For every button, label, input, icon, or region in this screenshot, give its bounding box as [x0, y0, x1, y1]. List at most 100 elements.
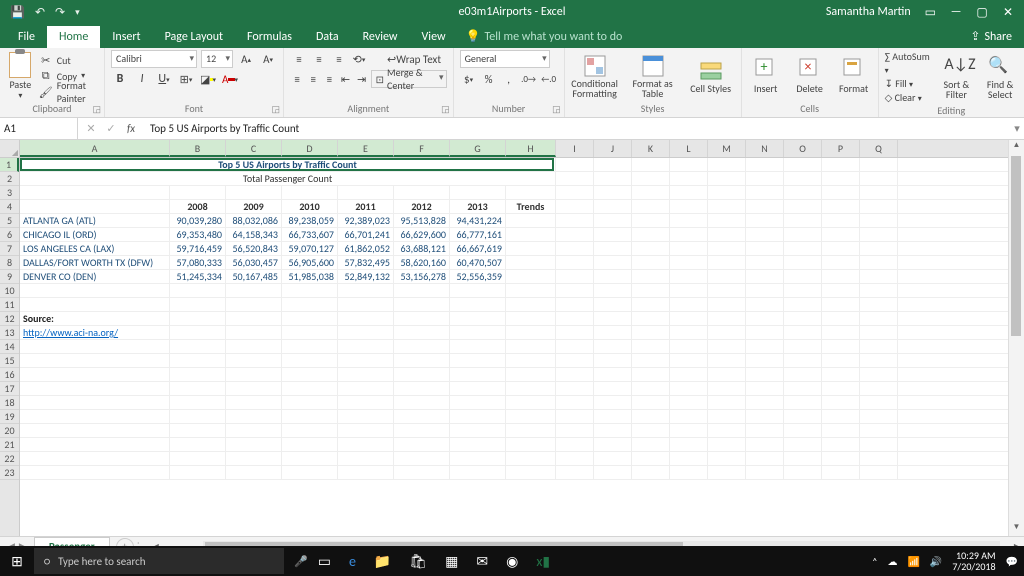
font-name-combo[interactable]: Calibri [111, 50, 197, 68]
format-cells-button[interactable]: Format [836, 57, 872, 95]
tab-pagelayout[interactable]: Page Layout [153, 26, 235, 48]
row-header-15[interactable]: 15 [0, 354, 19, 368]
tab-file[interactable]: File [6, 26, 47, 48]
comma-button[interactable]: , [500, 70, 518, 88]
dialog-launcher-icon[interactable]: ◲ [441, 104, 450, 115]
accounting-button[interactable]: $▾ [460, 70, 478, 88]
volume-icon[interactable]: 🔊 [930, 555, 942, 568]
col-header-G[interactable]: G [450, 140, 506, 157]
conditional-formatting-button[interactable]: Conditional Formatting [571, 54, 619, 99]
col-header-L[interactable]: L [670, 140, 708, 157]
row-header-11[interactable]: 11 [0, 298, 19, 312]
row-header-17[interactable]: 17 [0, 382, 19, 396]
sort-filter-button[interactable]: A↓Z Sort & Filter [939, 55, 975, 100]
col-header-E[interactable]: E [338, 140, 394, 157]
notifications-icon[interactable]: 💬 [1006, 555, 1018, 568]
mail-icon[interactable]: ✉ [476, 553, 488, 570]
col-header-Q[interactable]: Q [860, 140, 898, 157]
row-header-12[interactable]: 12 [0, 312, 19, 326]
bold-button[interactable]: B [111, 70, 129, 88]
save-icon[interactable]: 💾 [10, 5, 25, 20]
fill-color-button[interactable]: ◪▾ [199, 70, 217, 88]
align-middle-button[interactable]: ≡ [310, 50, 328, 68]
dialog-launcher-icon[interactable]: ◲ [93, 104, 102, 115]
row-header-16[interactable]: 16 [0, 368, 19, 382]
mic-icon[interactable]: 🎤 [294, 555, 308, 568]
decrease-decimal-button[interactable]: ←.0 [540, 70, 558, 88]
increase-indent-button[interactable]: ⇥ [355, 70, 369, 88]
decrease-indent-button[interactable]: ⇤ [338, 70, 352, 88]
task-view-icon[interactable]: ▭ [318, 553, 331, 570]
tab-view[interactable]: View [410, 26, 458, 48]
formula-input[interactable]: Top 5 US Airports by Traffic Count [144, 122, 1010, 135]
title-cell[interactable]: Top 5 US Airports by Traffic Count [20, 158, 556, 171]
col-header-A[interactable]: A [20, 140, 170, 157]
dialog-launcher-icon[interactable]: ◲ [552, 104, 561, 115]
clear-button[interactable]: ◇ Clear ▾ [885, 91, 931, 104]
taskbar-clock[interactable]: 10:29 AM 7/20/2018 [952, 550, 995, 572]
row-header-23[interactable]: 23 [0, 466, 19, 480]
row-header-2[interactable]: 2 [0, 172, 19, 186]
undo-icon[interactable]: ↶ [35, 5, 45, 20]
align-center-button[interactable]: ≡ [306, 70, 320, 88]
delete-cells-button[interactable]: × Delete [792, 57, 828, 95]
align-right-button[interactable]: ≡ [322, 70, 336, 88]
row-header-6[interactable]: 6 [0, 228, 19, 242]
cut-button[interactable]: ✂Cut [39, 53, 98, 68]
cell-styles-button[interactable]: Cell Styles [687, 59, 735, 94]
redo-icon[interactable]: ↷ [55, 5, 65, 20]
excel-taskbar-icon[interactable]: x▮ [536, 553, 550, 570]
tray-up-icon[interactable]: ˄ [872, 555, 877, 568]
autosum-button[interactable]: ∑ AutoSum ▾ [885, 50, 931, 76]
col-header-N[interactable]: N [746, 140, 784, 157]
col-header-J[interactable]: J [594, 140, 632, 157]
store-icon[interactable]: 🛍 [409, 553, 427, 570]
dialog-launcher-icon[interactable]: ◲ [272, 104, 281, 115]
app-icon[interactable]: ▦ [445, 553, 458, 570]
format-painter-button[interactable]: 🖌Format Painter [39, 85, 98, 100]
fill-button[interactable]: ↧ Fill ▾ [885, 77, 931, 90]
tab-formulas[interactable]: Formulas [235, 26, 304, 48]
tab-review[interactable]: Review [351, 26, 410, 48]
ribbon-min-icon[interactable]: ▭ [925, 5, 936, 20]
row-header-13[interactable]: 13 [0, 326, 19, 340]
edge-icon[interactable]: e [349, 553, 356, 570]
cells-area[interactable]: Top 5 US Airports by Traffic CountTotal … [20, 158, 1008, 480]
row-header-19[interactable]: 19 [0, 410, 19, 424]
close-icon[interactable]: ✕ [1002, 5, 1014, 20]
wifi-icon[interactable]: 📶 [907, 555, 919, 568]
find-select-button[interactable]: 🔍 Find & Select [982, 55, 1018, 100]
chrome-icon[interactable]: ◉ [506, 553, 518, 570]
col-header-M[interactable]: M [708, 140, 746, 157]
start-button[interactable]: ⊞ [0, 553, 34, 570]
select-all-button[interactable] [0, 140, 19, 158]
tab-insert[interactable]: Insert [100, 26, 152, 48]
borders-button[interactable]: ⊞▾ [177, 70, 195, 88]
paste-button[interactable]: Paste ▾ [6, 52, 35, 101]
tell-me[interactable]: 💡 Tell me what you want to do [458, 25, 631, 48]
taskbar-search[interactable]: ○ Type here to search [34, 548, 284, 574]
name-box[interactable]: A1 [0, 118, 78, 139]
percent-button[interactable]: % [480, 70, 498, 88]
share-button[interactable]: ⇪ Share [958, 25, 1024, 48]
source-link[interactable]: http://www.aci-na.org/ [20, 326, 170, 339]
onedrive-icon[interactable]: ☁ [887, 555, 897, 568]
row-header-14[interactable]: 14 [0, 340, 19, 354]
format-as-table-button[interactable]: Format as Table [629, 54, 677, 99]
col-header-P[interactable]: P [822, 140, 860, 157]
qat-more-icon[interactable]: ▾ [75, 7, 80, 18]
col-header-D[interactable]: D [282, 140, 338, 157]
minimize-icon[interactable]: — [950, 5, 962, 20]
fx-icon[interactable]: fx [124, 122, 138, 135]
number-format-combo[interactable]: General [460, 50, 550, 68]
increase-decimal-button[interactable]: .0→ [520, 70, 538, 88]
row-header-20[interactable]: 20 [0, 424, 19, 438]
row-header-21[interactable]: 21 [0, 438, 19, 452]
row-header-9[interactable]: 9 [0, 270, 19, 284]
vscroll-thumb[interactable] [1011, 156, 1021, 336]
row-header-3[interactable]: 3 [0, 186, 19, 200]
col-header-C[interactable]: C [226, 140, 282, 157]
row-header-5[interactable]: 5 [0, 214, 19, 228]
merge-center-button[interactable]: ⊡Merge & Center [371, 70, 447, 88]
row-header-10[interactable]: 10 [0, 284, 19, 298]
